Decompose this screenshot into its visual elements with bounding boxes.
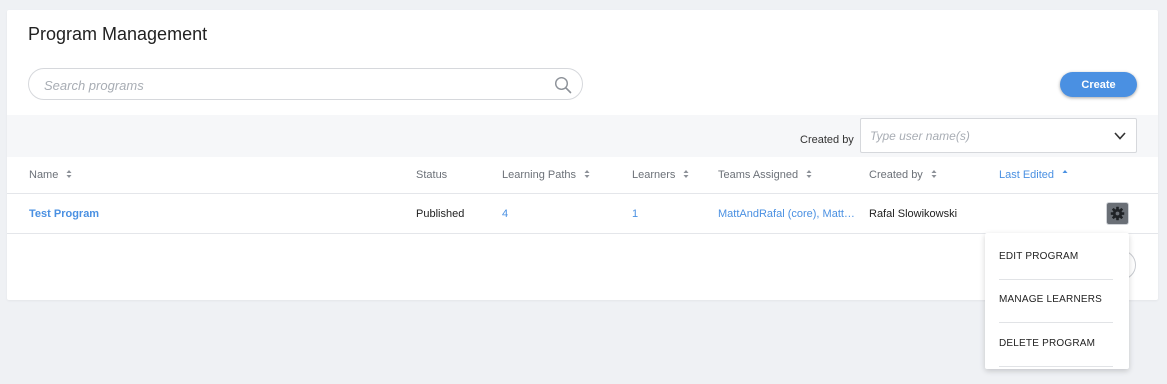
learning-paths-count-link[interactable]: 4 — [502, 208, 508, 220]
menu-item-delete-program[interactable]: DELETE PROGRAM — [999, 338, 1095, 349]
menu-item-edit-program[interactable]: EDIT PROGRAM — [999, 251, 1078, 262]
teams-assigned-link[interactable]: MattAndRafal (core), Matt… — [718, 208, 855, 220]
sort-ascending-icon[interactable] — [1062, 169, 1068, 179]
column-header-last-edited[interactable]: Last Edited — [999, 169, 1068, 181]
column-header-created-by[interactable]: Created by — [869, 169, 937, 181]
menu-divider — [999, 322, 1113, 323]
search-icon[interactable] — [554, 76, 572, 94]
page-title: Program Management — [28, 24, 208, 44]
column-header-teams-assigned[interactable]: Teams Assigned — [718, 169, 812, 181]
row-settings-button[interactable] — [1107, 203, 1128, 224]
program-actions-menu: EDIT PROGRAM MANAGE LEARNERS DELETE PROG… — [985, 233, 1129, 369]
created-by-select[interactable] — [860, 118, 1137, 153]
menu-divider — [999, 279, 1113, 280]
sort-icon[interactable] — [584, 169, 590, 179]
create-button[interactable]: Create — [1060, 72, 1137, 97]
column-header-learners[interactable]: Learners — [632, 169, 689, 181]
gear-icon — [1110, 206, 1125, 221]
chevron-down-icon[interactable] — [1113, 130, 1127, 142]
column-header-status: Status — [416, 169, 448, 181]
created-by-filter-label: Created by — [800, 134, 854, 146]
learners-count-link[interactable]: 1 — [632, 208, 638, 220]
sort-icon[interactable] — [806, 169, 812, 179]
filter-bar: Created by — [7, 115, 1158, 157]
sort-icon[interactable] — [66, 169, 72, 179]
program-status: Published — [416, 208, 465, 220]
menu-divider — [999, 366, 1113, 367]
sort-icon[interactable] — [683, 169, 689, 179]
table-header: Name Status Learning Paths Learners Team… — [7, 157, 1158, 194]
table-row: Test Program Published 4 1 MattAndRafal … — [7, 194, 1158, 234]
column-header-learning-paths[interactable]: Learning Paths — [502, 169, 590, 181]
search-input[interactable] — [44, 75, 544, 95]
sort-icon[interactable] — [931, 169, 937, 179]
menu-item-manage-learners[interactable]: MANAGE LEARNERS — [999, 294, 1102, 305]
column-header-name[interactable]: Name — [29, 169, 72, 181]
search-box[interactable] — [28, 68, 583, 100]
created-by-value: Rafal Slowikowski — [869, 208, 958, 220]
program-name-link[interactable]: Test Program — [29, 208, 99, 220]
user-name-input[interactable] — [870, 128, 1100, 144]
